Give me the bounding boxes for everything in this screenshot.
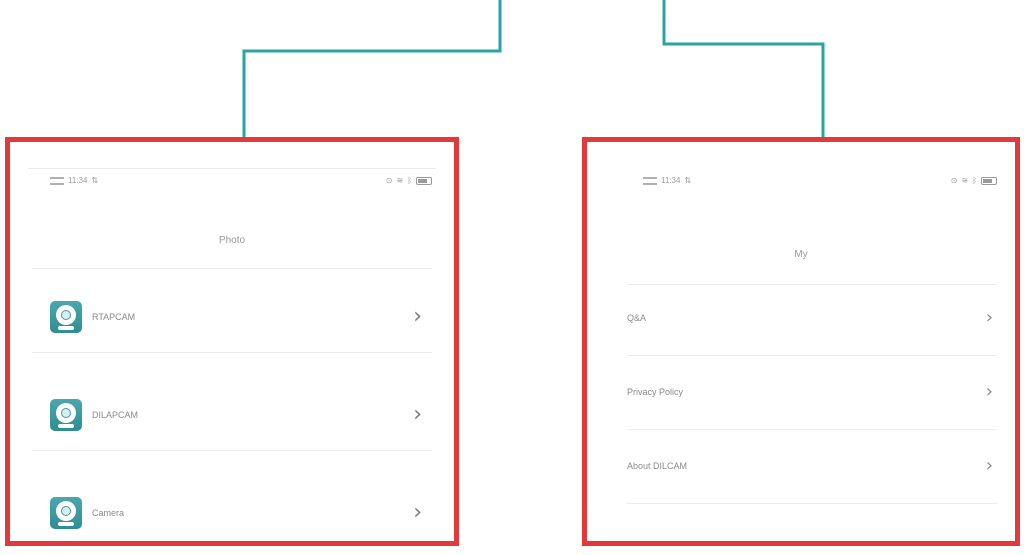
menu-item-label: Q&A (627, 313, 647, 323)
network-icon: ⇅ (684, 176, 692, 185)
list-item-rtapcam[interactable]: RTAPCAM › (32, 282, 432, 353)
status-time: 11:34 (661, 176, 681, 185)
list-item-label: Camera (92, 508, 125, 518)
title-divider (32, 268, 432, 269)
list-item-label: RTAPCAM (92, 312, 136, 322)
my-screen-highlight: 11:34 ⇅ ⊙ ≋ ᛒ My Q&A › Privacy Policy › … (582, 137, 1020, 546)
chevron-right-icon: › (413, 402, 422, 427)
chevron-right-icon: › (985, 381, 993, 402)
chevron-right-icon: › (985, 307, 993, 328)
signal-icon (643, 176, 657, 185)
chevron-right-icon: › (985, 455, 993, 476)
menu-item-qa[interactable]: Q&A › (627, 281, 997, 356)
chevron-right-icon: › (413, 304, 422, 329)
network-icon: ⇅ (91, 176, 99, 185)
chevron-right-icon: › (413, 500, 422, 525)
wifi-icon: ≋ (961, 176, 969, 185)
status-time: 11:34 (68, 176, 88, 185)
battery-icon (981, 176, 997, 185)
page-title: Photo (218, 235, 246, 246)
status-bar: 11:34 ⇅ ⊙ ≋ ᛒ (10, 176, 454, 190)
camera-app-icon (50, 497, 82, 529)
camera-app-icon (50, 301, 82, 333)
list-item-label: DILAPCAM (92, 410, 139, 420)
list-item-camera[interactable]: Camera › (32, 478, 432, 541)
bluetooth-icon: ᛒ (972, 176, 977, 185)
bluetooth-icon: ᛒ (407, 176, 412, 185)
list-item-dilapcam[interactable]: DILAPCAM › (32, 380, 432, 451)
signal-icon (50, 176, 64, 185)
photo-screen-highlight: 11:34 ⇅ ⊙ ≋ ᛒ Photo RTAPCAM › DILAPCAM ›… (5, 137, 459, 546)
alarm-icon: ⊙ (950, 176, 958, 185)
battery-icon (416, 176, 432, 185)
menu-item-label: About DILCAM (627, 461, 688, 471)
menu-item-label: Privacy Policy (627, 387, 684, 397)
camera-app-icon (50, 399, 82, 431)
wifi-icon: ≋ (396, 176, 404, 185)
status-bar: 11:34 ⇅ ⊙ ≋ ᛒ (587, 176, 1015, 190)
menu-item-privacy-policy[interactable]: Privacy Policy › (627, 355, 997, 430)
page-title: My (794, 249, 808, 260)
annotation-stage: 11:34 ⇅ ⊙ ≋ ᛒ Photo RTAPCAM › DILAPCAM ›… (0, 0, 1024, 555)
menu-item-about[interactable]: About DILCAM › (627, 429, 997, 504)
alarm-icon: ⊙ (385, 176, 393, 185)
top-divider (28, 168, 436, 169)
